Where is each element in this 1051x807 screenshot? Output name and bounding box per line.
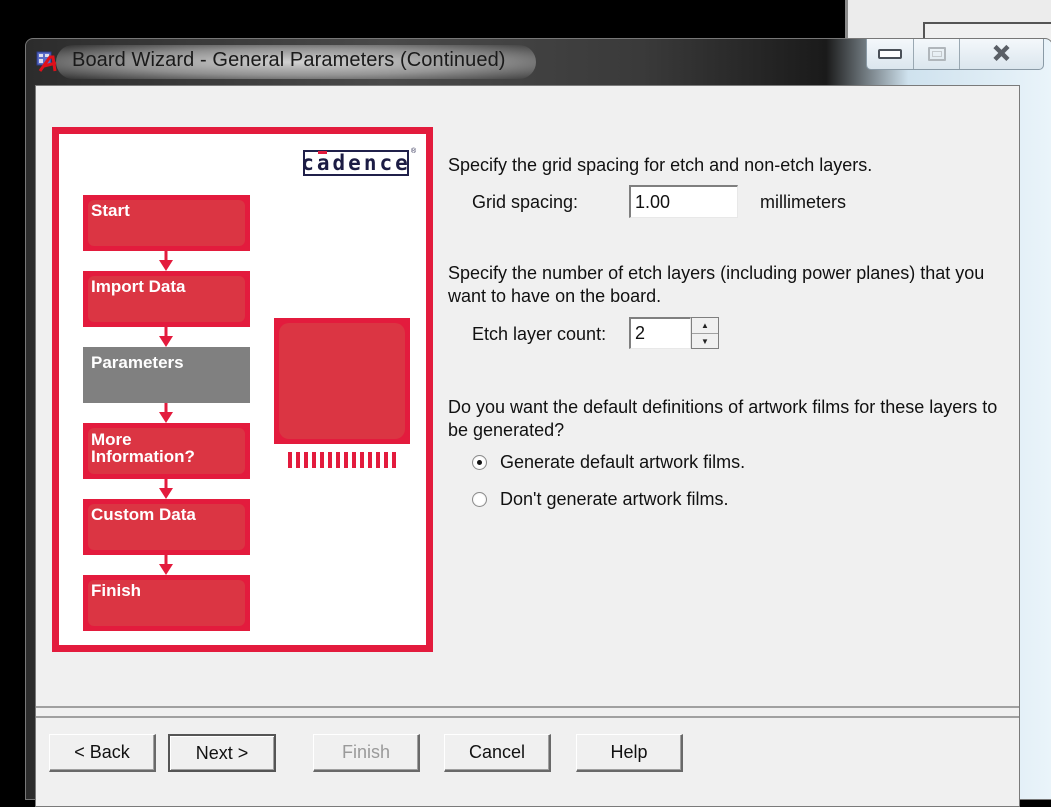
back-button[interactable]: < Back xyxy=(49,734,156,772)
board-wizard-app-icon xyxy=(36,51,57,72)
arrow-down-icon xyxy=(159,479,173,499)
grid-spacing-units: millimeters xyxy=(760,192,847,212)
maximize-button[interactable] xyxy=(914,39,960,69)
arrow-down-icon xyxy=(159,555,173,575)
arrow-down-icon xyxy=(159,251,173,271)
next-button[interactable]: Next > xyxy=(168,734,276,772)
maximize-icon xyxy=(927,47,946,61)
finish-button[interactable]: Finish xyxy=(313,734,420,772)
wizard-client-area: cadence ® Start Import Data Parameters M… xyxy=(35,85,1020,807)
arrow-down-icon xyxy=(159,403,173,423)
etch-layers-prompt: Specify the number of etch layers (inclu… xyxy=(448,263,985,306)
spin-up-icon: ▲ xyxy=(701,321,709,330)
etch-layer-count-input[interactable] xyxy=(629,317,691,349)
close-icon: ✕ xyxy=(992,41,1012,66)
window-title: Board Wizard - General Parameters (Conti… xyxy=(72,49,506,71)
close-button[interactable]: ✕ xyxy=(960,39,1043,69)
step-start: Start xyxy=(83,195,250,251)
spin-up-button[interactable]: ▲ xyxy=(692,318,718,334)
parameters-form: Specify the grid spacing for etch and no… xyxy=(448,86,1019,686)
grid-spacing-input[interactable] xyxy=(629,185,738,218)
separator xyxy=(36,706,1019,708)
separator xyxy=(36,716,1019,718)
wizard-graphic-panel: cadence ® Start Import Data Parameters M… xyxy=(52,127,433,652)
step-finish: Finish xyxy=(83,575,250,631)
cancel-button[interactable]: Cancel xyxy=(444,734,551,772)
radio-unchecked-icon[interactable] xyxy=(472,492,487,507)
grid-spacing-prompt: Specify the grid spacing for etch and no… xyxy=(448,155,873,175)
step-import-data: Import Data xyxy=(83,271,250,327)
artwork-films-prompt: Do you want the default definitions of a… xyxy=(448,397,998,440)
step-custom-data: Custom Data xyxy=(83,499,250,555)
minimize-button[interactable] xyxy=(867,39,914,69)
help-button[interactable]: Help xyxy=(576,734,683,772)
minimize-icon xyxy=(878,49,902,59)
chip-pins-illustration xyxy=(288,452,396,468)
spin-down-icon: ▼ xyxy=(701,337,709,346)
arrow-down-icon xyxy=(159,327,173,347)
grid-spacing-label: Grid spacing: xyxy=(472,192,579,212)
etch-layer-count-label: Etch layer count: xyxy=(472,324,607,344)
title-bar[interactable]: Board Wizard - General Parameters (Conti… xyxy=(26,39,1051,85)
caption-buttons: ✕ xyxy=(866,39,1044,70)
radio-checked-icon[interactable] xyxy=(472,455,487,470)
radio-dont-generate-artwork[interactable]: Don't generate artwork films. xyxy=(472,489,729,510)
step-parameters: Parameters xyxy=(83,347,250,403)
registered-mark: ® xyxy=(411,148,417,155)
chip-illustration xyxy=(274,318,410,444)
spin-down-button[interactable]: ▼ xyxy=(692,334,718,349)
radio-generate-artwork[interactable]: Generate default artwork films. xyxy=(472,452,745,473)
board-wizard-window: Board Wizard - General Parameters (Conti… xyxy=(25,38,1051,807)
step-more-information: More Information? xyxy=(83,423,250,479)
etch-layer-count-spinner: ▲ ▼ xyxy=(691,317,719,349)
